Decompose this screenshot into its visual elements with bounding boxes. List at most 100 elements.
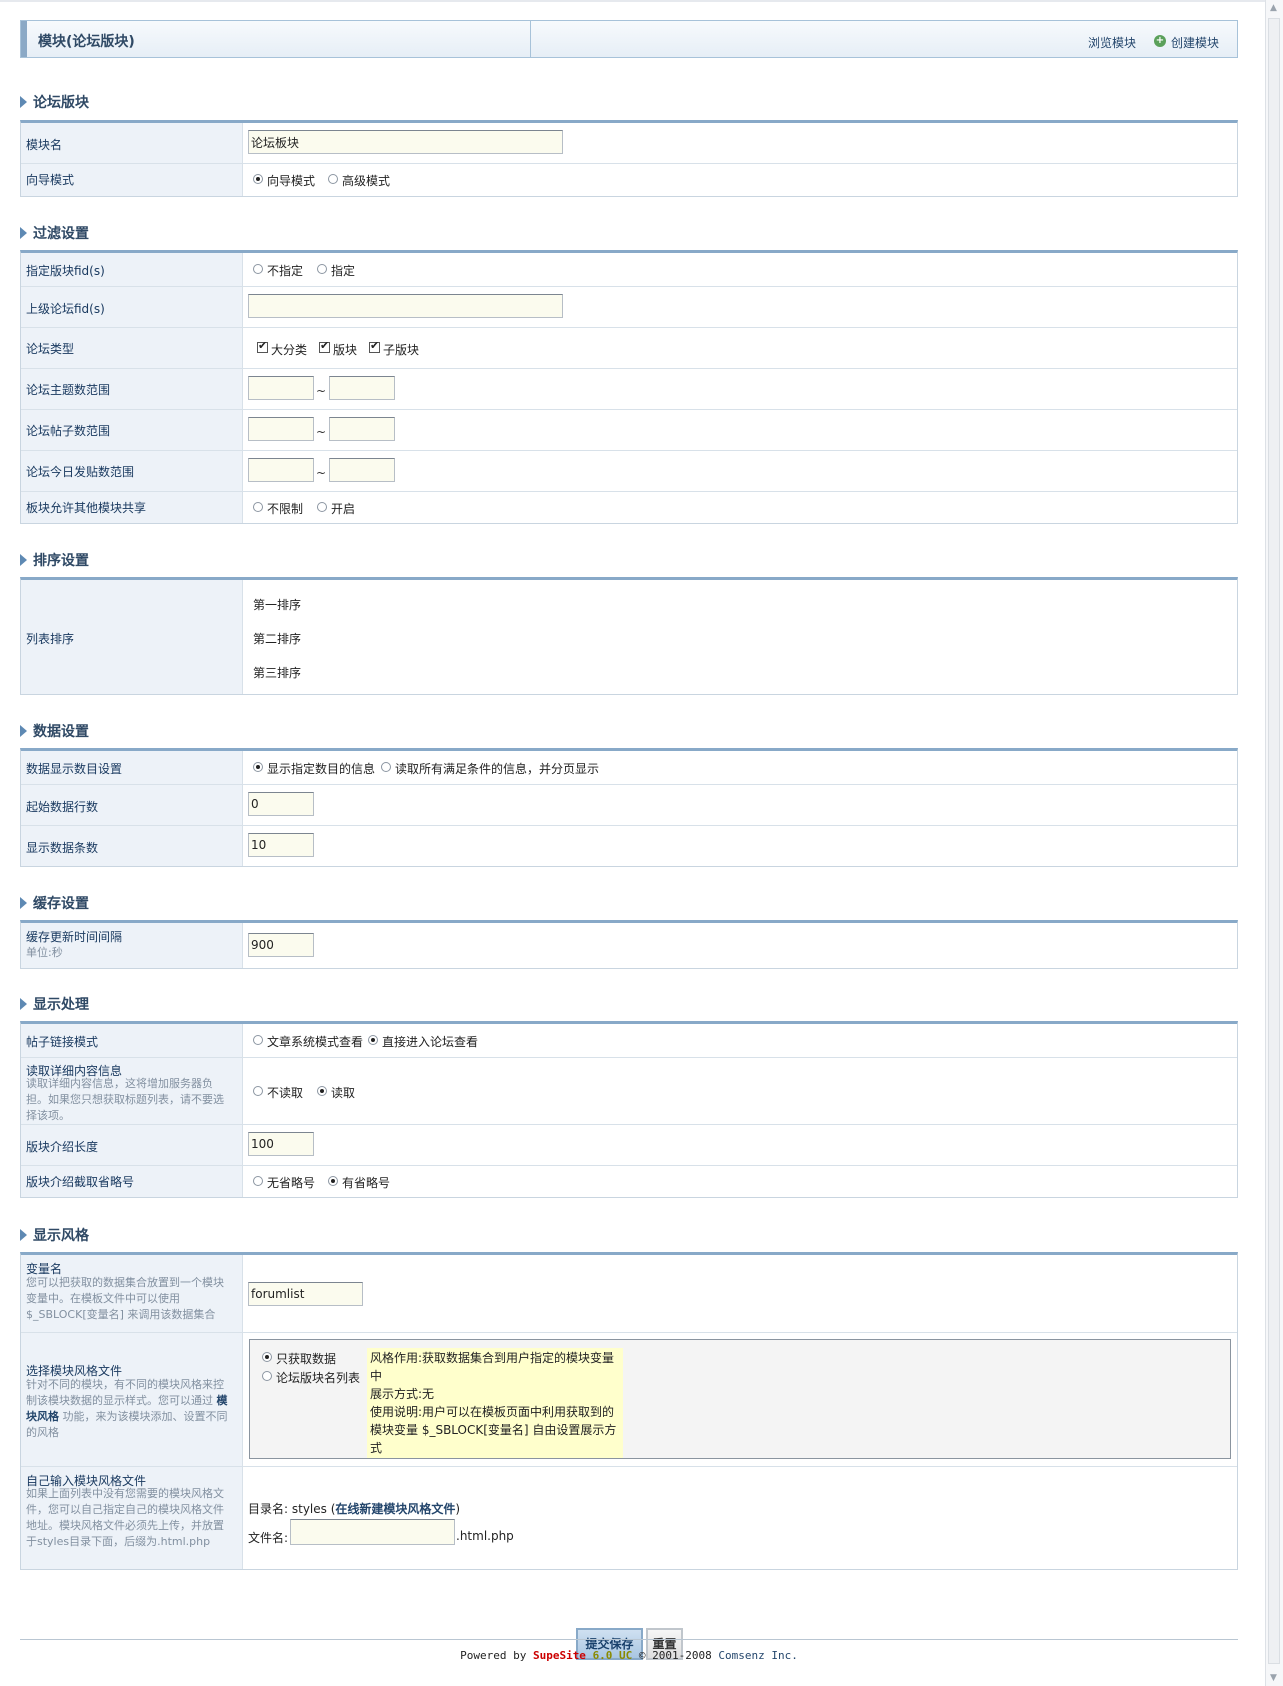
section-title-sort: 排序设置 (20, 550, 89, 570)
count-label: 数据显示数目设置 (26, 762, 123, 776)
tpl-data-only-radio[interactable] (262, 1352, 272, 1362)
module-name-input[interactable] (248, 130, 563, 154)
browse-module-link[interactable]: 浏览模块 (1088, 34, 1136, 51)
row-value-cell: 只获取数据 论坛版块名列表 风格作用:获取数据集合到用户指定的模块变量中 展示方… (243, 1333, 1237, 1466)
row-label-cell: 上级论坛fid(s) (21, 287, 243, 327)
sort-label: 列表排序 (26, 632, 75, 646)
mode-advanced-radio[interactable] (328, 174, 338, 184)
row-value-cell: 不限制 开启 (243, 492, 1237, 523)
footer-version: 6.0 UC (592, 1649, 633, 1662)
ellipsis-yes-radio[interactable] (328, 1176, 338, 1186)
num-input[interactable] (248, 833, 314, 857)
section-title-cache: 缓存设置 (20, 893, 89, 913)
ellipsis-none-radio[interactable] (253, 1176, 263, 1186)
link-article-label: 文章系统模式查看 (267, 1035, 364, 1049)
scroll-thumb[interactable] (1268, 18, 1280, 1664)
ellipsis-label: 版块介绍截取省略号 (26, 1175, 135, 1189)
style-note-line2: 展示方式:无 (370, 1387, 435, 1401)
share-unlimited-radio[interactable] (253, 502, 263, 512)
scroll-up-arrow-icon[interactable]: ▲ (1270, 3, 1277, 13)
row-value-cell: 目录名: styles (在线新建模块风格文件) 文件名: .html.php (243, 1467, 1237, 1569)
fid-specified-radio[interactable] (317, 264, 327, 274)
row-label-cell: 板块允许其他模块共享 (21, 492, 243, 523)
file-suffix: .html.php (456, 1529, 514, 1543)
mode-advanced-label: 高级模式 (342, 174, 391, 188)
custom-template-desc: 如果上面列表中没有您需要的模块风格文件，您可以自己指定自己的模块风格文件地址。模… (26, 1487, 224, 1548)
sort-row: 列表排序 第一排序 第二排序 第三排序 (21, 580, 1237, 694)
footer-divider (20, 1639, 1238, 1640)
scroll-down-arrow-icon[interactable]: ▼ (1270, 1673, 1277, 1683)
file-name-label: 文件名: (248, 1531, 289, 1545)
row-label-cell: 模块名 (21, 123, 243, 163)
row-label-cell: 版块介绍长度 (21, 1125, 243, 1165)
count-fixed-radio[interactable] (253, 762, 263, 772)
cache-input[interactable] (248, 933, 314, 957)
create-module-link[interactable]: 创建模块 (1171, 34, 1219, 51)
intro-length-row: 版块介绍长度 (21, 1124, 1237, 1165)
add-circle-icon[interactable]: + (1154, 35, 1166, 47)
row-label-cell: 指定版块fid(s) (21, 253, 243, 286)
triangle-bullet-icon (20, 1229, 27, 1241)
intro-length-input[interactable] (248, 1132, 314, 1156)
count-fixed-label: 显示指定数目的信息 (267, 762, 376, 776)
row-value-cell (243, 1255, 1237, 1332)
parent-fid-input[interactable] (248, 294, 563, 318)
footer: Powered by SupeSite 6.0 UC © 2001-2008 C… (20, 1649, 1238, 1662)
triangle-bullet-icon (20, 897, 27, 909)
tpl-forum-list-radio[interactable] (262, 1371, 272, 1381)
detail-yes-radio[interactable] (317, 1086, 327, 1096)
footer-brand[interactable]: SupeSite (533, 1649, 586, 1662)
file-name-input[interactable] (290, 1519, 455, 1545)
detail-row: 读取详细内容信息 读取详细内容信息，这将增加服务器负担。如果您只想获取标题列表，… (21, 1057, 1237, 1124)
row-label-cell: 论坛帖子数范围 (21, 410, 243, 450)
display-table: 帖子链接模式 文章系统模式查看 直接进入论坛查看 读取详细内容信息 读取详细内容… (20, 1021, 1238, 1198)
row-value-cell: 大分类 版块 子版块 (243, 328, 1237, 368)
start-input[interactable] (248, 792, 314, 816)
row-value-cell (243, 123, 1237, 163)
posts-min-input[interactable] (248, 417, 314, 441)
vertical-scrollbar[interactable]: ▲ ▼ (1265, 0, 1283, 1686)
share-enable-radio[interactable] (317, 502, 327, 512)
tpl-forum-list-label: 论坛版块名列表 (276, 1371, 361, 1385)
row-value-cell: 第一排序 第二排序 第三排序 (243, 580, 1237, 694)
link-forum-radio[interactable] (368, 1035, 378, 1045)
detail-no-radio[interactable] (253, 1086, 263, 1096)
threads-max-input[interactable] (329, 376, 395, 400)
header-accent-bar (21, 21, 27, 57)
posts-range-row: 论坛帖子数范围 ~ (21, 409, 1237, 450)
posts-max-input[interactable] (329, 417, 395, 441)
type-subboard-checkbox[interactable] (369, 339, 380, 353)
share-unlimited-label: 不限制 (267, 502, 304, 516)
section-title-forum: 论坛版块 (20, 92, 89, 112)
type-category-checkbox[interactable] (257, 339, 268, 353)
mode-label: 向导模式 (26, 173, 75, 187)
forum-type-label: 论坛类型 (26, 342, 75, 356)
forum-table: 模块名 向导模式 向导模式 高级模式 (20, 120, 1238, 197)
style-table: 变量名 您可以把获取的数据集合放置到一个模块变量中。在模板文件中可以使用 $_S… (20, 1252, 1238, 1570)
mode-wizard-radio[interactable] (253, 174, 263, 184)
today-min-input[interactable] (248, 458, 314, 482)
footer-company-link[interactable]: Comsenz Inc. (718, 1649, 797, 1662)
fid-unspecified-radio[interactable] (253, 264, 263, 274)
cache-table: 缓存更新时间间隔 单位:秒 (20, 920, 1238, 969)
var-name-input[interactable] (248, 1282, 363, 1306)
link-forum-label: 直接进入论坛查看 (382, 1035, 479, 1049)
posts-range-label: 论坛帖子数范围 (26, 424, 111, 438)
triangle-bullet-icon (20, 725, 27, 737)
today-max-input[interactable] (329, 458, 395, 482)
style-select-box: 只获取数据 论坛版块名列表 风格作用:获取数据集合到用户指定的模块变量中 展示方… (249, 1339, 1231, 1459)
count-paged-radio[interactable] (381, 762, 391, 772)
count-paged-label: 读取所有满足条件的信息，并分页显示 (395, 762, 600, 776)
intro-length-label: 版块介绍长度 (26, 1140, 99, 1154)
row-value-cell (243, 785, 1237, 825)
link-mode-row: 帖子链接模式 文章系统模式查看 直接进入论坛查看 (21, 1024, 1237, 1057)
data-table: 数据显示数目设置 显示指定数目的信息 读取所有满足条件的信息，并分页显示 起始数… (20, 748, 1238, 867)
range-separator: ~ (316, 384, 327, 398)
link-article-radio[interactable] (253, 1035, 263, 1045)
threads-min-input[interactable] (248, 376, 314, 400)
new-style-file-link[interactable]: 在线新建模块风格文件 (335, 1502, 455, 1516)
module-name-row: 模块名 (21, 123, 1237, 163)
share-label: 板块允许其他模块共享 (26, 501, 147, 515)
type-board-checkbox[interactable] (319, 339, 330, 353)
section-title-text: 过滤设置 (33, 226, 89, 242)
